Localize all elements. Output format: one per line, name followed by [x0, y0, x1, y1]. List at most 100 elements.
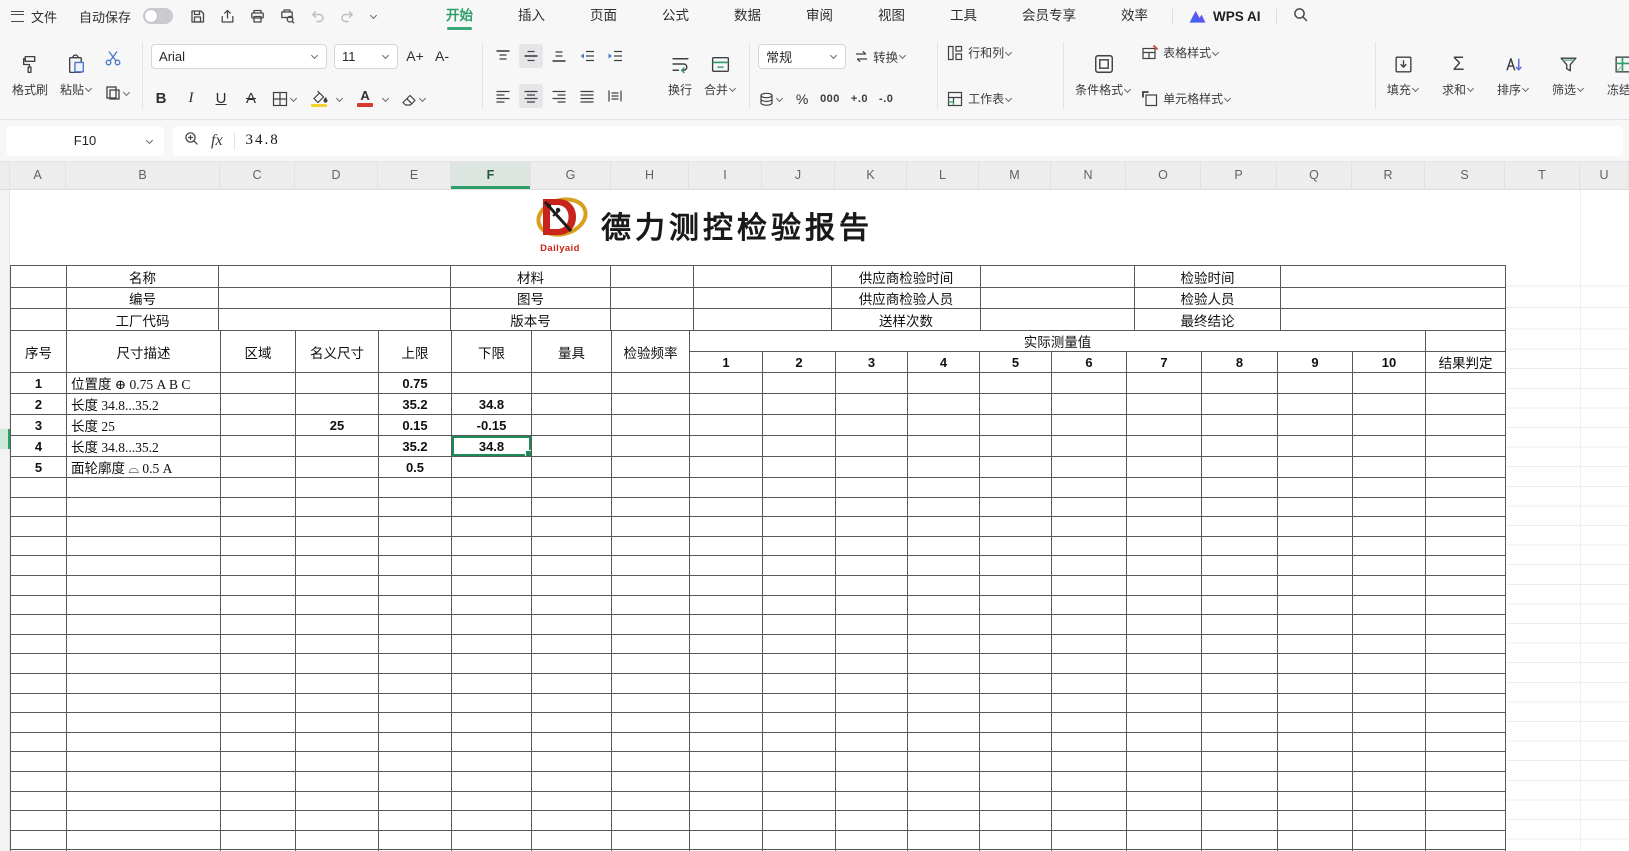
search-icon[interactable]	[1292, 6, 1309, 26]
cell-measure[interactable]	[980, 457, 1052, 478]
cell[interactable]	[1278, 693, 1353, 713]
cell[interactable]	[1127, 752, 1202, 772]
cell[interactable]	[908, 478, 980, 498]
cell[interactable]	[1127, 575, 1202, 595]
cell[interactable]	[221, 732, 296, 752]
cell[interactable]	[221, 595, 296, 615]
shrink-font-button[interactable]: A-	[432, 48, 452, 64]
cell[interactable]	[532, 732, 612, 752]
cell[interactable]	[221, 673, 296, 693]
cell[interactable]	[612, 478, 690, 498]
measure-column-4[interactable]: 4	[908, 352, 980, 373]
cell[interactable]	[221, 811, 296, 831]
cell-measure[interactable]	[1278, 394, 1353, 415]
cell[interactable]	[1127, 811, 1202, 831]
column-header-E[interactable]: E	[378, 162, 451, 189]
cell[interactable]	[1278, 791, 1353, 811]
cell[interactable]	[1052, 693, 1127, 713]
info-value-cell[interactable]	[219, 288, 451, 309]
cell[interactable]	[532, 536, 612, 556]
cell-measure[interactable]	[1052, 373, 1127, 394]
info-value-cell[interactable]	[11, 309, 67, 331]
autosave-toggle[interactable]	[143, 8, 173, 24]
info-label-cell[interactable]: 供应商检验人员	[832, 288, 981, 309]
cell[interactable]	[763, 634, 836, 654]
cell[interactable]	[836, 752, 908, 772]
tab-插入[interactable]: 插入	[518, 0, 545, 32]
cell[interactable]	[1426, 752, 1506, 772]
cell[interactable]	[452, 478, 532, 498]
tab-工具[interactable]: 工具	[950, 0, 977, 32]
cell-desc[interactable]: 位置度 ⊕ 0.75 A B C	[67, 373, 221, 394]
cell-measure[interactable]	[1278, 457, 1353, 478]
cell[interactable]	[532, 713, 612, 733]
cell[interactable]	[908, 732, 980, 752]
cell-measure[interactable]	[908, 415, 980, 436]
cell[interactable]	[1353, 478, 1426, 498]
cell[interactable]	[908, 654, 980, 674]
info-label-cell[interactable]: 检验人员	[1135, 288, 1281, 309]
cell[interactable]	[67, 771, 221, 791]
cell-upper[interactable]: 35.2	[379, 394, 452, 415]
cell[interactable]	[1127, 536, 1202, 556]
rows-cols-button[interactable]: 行和列	[946, 44, 1054, 62]
cell-measure[interactable]	[908, 394, 980, 415]
cell[interactable]	[836, 595, 908, 615]
cell-measure[interactable]	[1052, 415, 1127, 436]
info-value-cell[interactable]	[981, 288, 1135, 309]
cell[interactable]	[980, 752, 1052, 772]
cell[interactable]	[908, 830, 980, 850]
column-header-U[interactable]: U	[1580, 162, 1629, 189]
cell-measure[interactable]	[1353, 415, 1426, 436]
font-color-button[interactable]: A	[354, 90, 376, 107]
cell[interactable]	[379, 811, 452, 831]
info-label-cell[interactable]: 版本号	[451, 309, 611, 331]
cell[interactable]	[532, 791, 612, 811]
cell[interactable]	[980, 654, 1052, 674]
cell[interactable]	[1426, 654, 1506, 674]
cell[interactable]	[379, 673, 452, 693]
cell[interactable]	[11, 830, 67, 850]
cell[interactable]	[980, 811, 1052, 831]
align-left-icon[interactable]	[491, 84, 515, 108]
cell[interactable]	[612, 595, 690, 615]
cell[interactable]	[1202, 497, 1278, 517]
cell[interactable]	[1052, 811, 1127, 831]
cell[interactable]	[1426, 575, 1506, 595]
info-value-cell[interactable]	[1281, 266, 1506, 288]
cell-measure[interactable]	[836, 415, 908, 436]
cell[interactable]	[612, 713, 690, 733]
export-icon[interactable]	[219, 8, 236, 25]
cell-measure[interactable]	[1052, 457, 1127, 478]
cell[interactable]	[1202, 713, 1278, 733]
cut-button[interactable]	[102, 48, 133, 68]
cell[interactable]	[1353, 732, 1426, 752]
cell[interactable]	[612, 830, 690, 850]
cell[interactable]	[763, 713, 836, 733]
cell[interactable]	[980, 595, 1052, 615]
cell[interactable]	[1353, 615, 1426, 635]
cell[interactable]	[1426, 673, 1506, 693]
quick-access-more-icon[interactable]	[369, 12, 378, 21]
cell[interactable]	[836, 536, 908, 556]
cell-lower[interactable]: -0.15	[452, 415, 532, 436]
cell[interactable]	[908, 536, 980, 556]
cell[interactable]	[908, 575, 980, 595]
cell-freq[interactable]	[612, 373, 690, 394]
cell[interactable]	[1127, 673, 1202, 693]
tab-公式[interactable]: 公式	[662, 0, 689, 32]
cell[interactable]	[67, 732, 221, 752]
cell[interactable]	[67, 791, 221, 811]
info-value-cell[interactable]	[981, 266, 1135, 288]
spreadsheet-area[interactable]: Dailyaid 德力测控检验报告 名称材料供应商检验时间检验时间编号图号供应商…	[0, 190, 1629, 851]
cell[interactable]	[836, 556, 908, 576]
cell-area[interactable]	[221, 457, 296, 478]
cell[interactable]	[1202, 811, 1278, 831]
measure-column-6[interactable]: 6	[1052, 352, 1127, 373]
cell-measure[interactable]	[1052, 394, 1127, 415]
cell[interactable]	[221, 713, 296, 733]
cell[interactable]	[11, 771, 67, 791]
cell[interactable]	[763, 536, 836, 556]
cell[interactable]	[980, 673, 1052, 693]
cell[interactable]	[67, 478, 221, 498]
